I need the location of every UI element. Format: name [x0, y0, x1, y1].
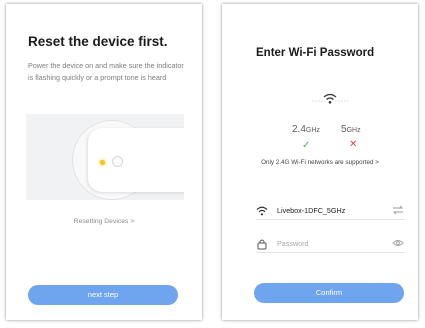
instruction-text: Power the device on and make sure the in… [28, 61, 184, 82]
eye-icon[interactable] [392, 238, 404, 248]
device-reset-button [112, 156, 123, 167]
lock-icon [257, 239, 267, 250]
band-5-unit: GHz [346, 127, 361, 134]
reset-device-screen: Reset the device first. Power the device… [6, 4, 202, 320]
band-5ghz: 5GHz [341, 124, 361, 135]
next-step-button[interactable]: next step [28, 285, 178, 305]
supported-networks-note[interactable]: Only 2.4G Wi-Fi networks are supported > [222, 159, 418, 166]
band-2-4-value: 2.4 [292, 124, 306, 135]
band-2-4ghz: 2.4GHz [292, 124, 320, 135]
wifi-password-screen: Enter Wi-Fi Password 2.4GHz 5GHz ✓ ✕ Onl… [222, 4, 418, 320]
resetting-devices-link[interactable]: Resetting Devices > [6, 218, 202, 225]
wifi-icon [312, 93, 348, 104]
wifi-icon [256, 206, 268, 216]
wifi-ssid-value: Livebox-1DFC_5GHz [277, 206, 346, 215]
cross-icon: ✕ [349, 139, 358, 150]
check-icon: ✓ [302, 140, 311, 151]
confirm-button[interactable]: Confirm [254, 283, 404, 303]
resetting-devices-label: Resetting Devices [73, 218, 129, 225]
page-title: Reset the device first. [28, 34, 168, 49]
switch-network-icon[interactable] [392, 205, 404, 215]
indicator-led [100, 160, 105, 165]
device-illustration [26, 114, 184, 200]
chevron-right-icon: > [130, 218, 135, 225]
password-field[interactable] [256, 236, 404, 253]
page-title: Enter Wi-Fi Password [256, 47, 375, 59]
password-input[interactable] [277, 237, 387, 249]
band-2-4-unit: GHz [305, 127, 320, 134]
wifi-network-field[interactable]: Livebox-1DFC_5GHz [256, 203, 404, 220]
